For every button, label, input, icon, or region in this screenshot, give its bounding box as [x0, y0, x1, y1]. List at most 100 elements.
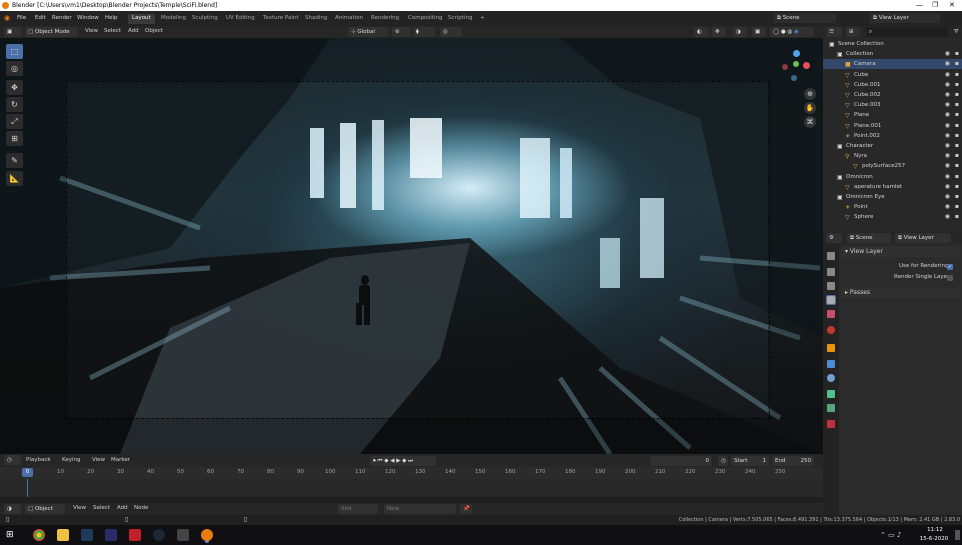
- menu-edit[interactable]: Edit: [35, 15, 46, 21]
- gizmo-x-axis-icon[interactable]: [803, 62, 810, 69]
- menu-file[interactable]: File: [17, 15, 26, 21]
- outliner-row[interactable]: ▽ polySurface257 ◉ ▪: [823, 161, 962, 171]
- pan-hand-icon[interactable]: ✋: [804, 102, 816, 114]
- annotate-tool-icon[interactable]: ✎: [6, 153, 23, 168]
- current-frame-field[interactable]: 0: [650, 456, 712, 466]
- outliner-row[interactable]: ▽ Plane ◉ ▪: [823, 110, 962, 120]
- jump-start-icon[interactable]: ⏮: [378, 458, 383, 464]
- render-camera-icon[interactable]: ▪: [955, 132, 959, 139]
- use-for-rendering-checkbox[interactable]: ✓: [947, 264, 953, 270]
- maximize-button[interactable]: ❐: [932, 1, 938, 9]
- wireframe-shading-icon[interactable]: ◯: [773, 29, 779, 35]
- node-menu-add[interactable]: Add: [117, 505, 128, 511]
- outliner-row[interactable]: ▣ Character ◉ ▪: [823, 141, 962, 151]
- chrome-icon[interactable]: [33, 529, 45, 541]
- tab-texture-paint[interactable]: Texture Paint: [259, 14, 303, 24]
- timeline-editor-type-icon[interactable]: ◷: [4, 455, 21, 465]
- play-icon[interactable]: ▶: [396, 458, 400, 464]
- gizmo-icon[interactable]: ✥: [712, 27, 726, 37]
- world-tab-icon[interactable]: [827, 326, 835, 334]
- scene-selector[interactable]: ⧉ Scene: [774, 13, 836, 23]
- outliner-row[interactable]: ■ Camera ◉ ▪: [823, 59, 962, 70]
- tool-tab-icon[interactable]: [827, 252, 835, 260]
- render-camera-icon[interactable]: ▪: [955, 142, 959, 149]
- outliner-row[interactable]: ▽ aperature hamlet ◉ ▪: [823, 182, 962, 192]
- proportional-edit-icon[interactable]: ◎: [440, 27, 462, 37]
- camera-view-icon[interactable]: ⌘: [804, 116, 816, 128]
- 3d-viewport[interactable]: ⬚ ◎ ✥ ↻ ⤢ ⊞ ✎ 📐 ⊕ ✋ ⌘: [0, 38, 823, 454]
- eye-visibility-icon[interactable]: ◉: [945, 173, 950, 180]
- node-menu-node[interactable]: Node: [134, 505, 148, 511]
- tab-sculpting[interactable]: Sculpting: [188, 14, 222, 24]
- eye-visibility-icon[interactable]: ◉: [945, 101, 950, 108]
- timeline-menu-keying[interactable]: Keying: [62, 457, 80, 463]
- properties-view-layer-selector[interactable]: ⧉ View Layer: [895, 233, 951, 243]
- eye-visibility-icon[interactable]: ◉: [945, 152, 950, 159]
- eye-visibility-icon[interactable]: ◉: [945, 81, 950, 88]
- render-camera-icon[interactable]: ▪: [955, 81, 959, 88]
- render-single-layer-checkbox[interactable]: [947, 275, 953, 281]
- output-tab-icon[interactable]: [827, 282, 835, 290]
- modifier-tab-icon[interactable]: [827, 360, 835, 368]
- properties-scene-selector[interactable]: ⧉ Scene: [847, 233, 891, 243]
- node-menu-select[interactable]: Select: [93, 505, 110, 511]
- eye-visibility-icon[interactable]: ◉: [945, 122, 950, 129]
- tab-compositing[interactable]: Compositing: [404, 14, 446, 24]
- material-shading-icon[interactable]: ◍: [787, 29, 792, 35]
- eye-visibility-icon[interactable]: ◉: [945, 142, 950, 149]
- view-layer-tab-icon[interactable]: [826, 295, 836, 305]
- eye-visibility-icon[interactable]: ◉: [945, 111, 950, 118]
- blender-menu-icon[interactable]: ◉: [4, 14, 10, 22]
- pivot-icon[interactable]: ⊚: [392, 27, 410, 37]
- render-camera-icon[interactable]: ▪: [955, 152, 959, 159]
- node-editor-type-icon[interactable]: ◑: [4, 504, 21, 514]
- scene-tab-icon[interactable]: [827, 310, 835, 318]
- snap-icon[interactable]: ⧫: [413, 27, 435, 37]
- tab-shading[interactable]: Shading: [301, 14, 331, 24]
- unity-icon[interactable]: [177, 529, 189, 541]
- playback-controls[interactable]: ⏺ ⏮ ◆ ◀ ▶ ◆ ⏭: [370, 456, 436, 466]
- next-keyframe-icon[interactable]: ◆: [402, 458, 406, 464]
- add-workspace-button[interactable]: +: [476, 14, 489, 24]
- select-box-tool-icon[interactable]: ⬚: [6, 44, 23, 59]
- tab-modeling[interactable]: Modeling: [157, 14, 190, 24]
- outliner-row[interactable]: ▽ Plane.001 ◉ ▪: [823, 121, 962, 131]
- material-slot-selector[interactable]: Slot: [338, 504, 378, 514]
- eye-visibility-icon[interactable]: ◉: [945, 213, 950, 220]
- frame-end-field[interactable]: End 250: [772, 456, 814, 466]
- outliner-panel[interactable]: ▣ Scene Collection ▣ Collection ◉ ▪ ■ Camera ◉ ▪ ▽…: [823, 38, 962, 232]
- menu-render[interactable]: Render: [52, 15, 72, 21]
- tab-uv-editing[interactable]: UV Editing: [222, 14, 259, 24]
- menu-window[interactable]: Window: [77, 15, 99, 21]
- timeline-ruler[interactable]: 0 10 20 30 40 50 60 70 80 90 100 110 120…: [0, 467, 823, 479]
- render-camera-icon[interactable]: ▪: [955, 111, 959, 118]
- tab-scripting[interactable]: Scripting: [444, 14, 476, 24]
- playhead-line[interactable]: [27, 479, 28, 497]
- pin-icon[interactable]: 📌: [460, 504, 472, 514]
- render-tab-icon[interactable]: [827, 268, 835, 276]
- timeline-menu-view[interactable]: View: [92, 457, 105, 463]
- outliner-row[interactable]: ▽ Cube.001 ◉ ▪: [823, 80, 962, 90]
- clock-date[interactable]: 15-6-2020: [916, 536, 952, 542]
- passes-panel-header[interactable]: ▸ Passes: [841, 288, 960, 298]
- minimize-button[interactable]: —: [916, 1, 923, 9]
- solid-shading-icon[interactable]: ●: [781, 29, 786, 35]
- viewport-menu-object[interactable]: Object: [145, 28, 163, 34]
- steam-icon[interactable]: [153, 529, 165, 541]
- data-tab-icon[interactable]: [827, 404, 835, 412]
- material-new-button[interactable]: New: [384, 504, 456, 514]
- gizmo-neg-z-icon[interactable]: [791, 75, 797, 81]
- render-camera-icon[interactable]: ▪: [955, 71, 959, 78]
- viewport-menu-view[interactable]: View: [85, 28, 98, 34]
- render-camera-icon[interactable]: ▪: [955, 213, 959, 220]
- viewport-menu-add[interactable]: Add: [128, 28, 139, 34]
- eye-visibility-icon[interactable]: ◉: [945, 203, 950, 210]
- tab-animation[interactable]: Animation: [331, 14, 367, 24]
- physics-tab-icon[interactable]: [827, 374, 835, 382]
- filter-icon[interactable]: ⛛: [951, 27, 961, 37]
- outliner-row[interactable]: ▽ Sphere ◉ ▪: [823, 212, 962, 222]
- eye-visibility-icon[interactable]: ◉: [945, 162, 950, 169]
- gizmo-z-axis-icon[interactable]: [793, 50, 800, 57]
- tab-layout[interactable]: Layout: [128, 14, 155, 24]
- outliner-row[interactable]: ▣ Collection ◉ ▪: [823, 49, 962, 59]
